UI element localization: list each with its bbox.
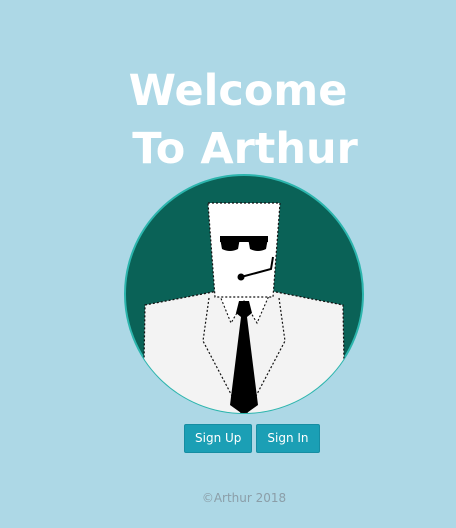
- title-line-2: To Arthur: [132, 123, 358, 174]
- avatar: [123, 173, 365, 415]
- head-icon: [207, 202, 281, 298]
- agent-in-suit-icon: [124, 174, 364, 414]
- page-title: Welcome To Arthur: [0, 62, 456, 178]
- title-line-1: Welcome: [128, 65, 348, 116]
- sign-up-button[interactable]: Sign Up: [184, 424, 253, 453]
- welcome-page: Welcome To Arthur Sign Up Sign In ©Arthu…: [0, 0, 456, 528]
- sign-in-button[interactable]: Sign In: [256, 424, 320, 453]
- copyright-text: ©Arthur 2018: [201, 491, 287, 505]
- auth-buttons: Sign Up Sign In: [184, 424, 320, 453]
